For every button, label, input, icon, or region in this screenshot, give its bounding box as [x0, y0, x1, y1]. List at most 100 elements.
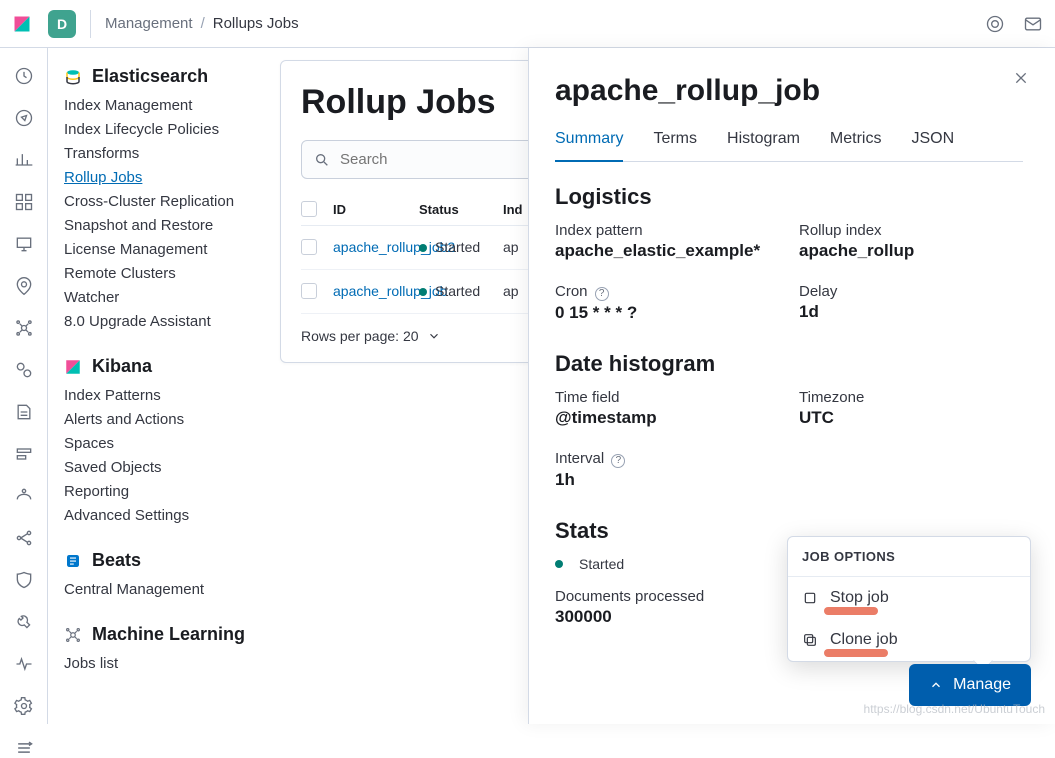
index-pattern-label: Index pattern — [555, 222, 779, 239]
management-sidebar: Elasticsearch Index Management Index Lifec… — [48, 48, 280, 724]
sidebar-section: Machine Learning Jobs list — [64, 624, 280, 672]
row-status: Started — [419, 283, 503, 299]
sidebar-item[interactable]: 8.0 Upgrade Assistant — [64, 313, 280, 330]
close-icon[interactable] — [1013, 70, 1029, 86]
divider — [90, 10, 91, 38]
tab-json[interactable]: JSON — [911, 130, 954, 161]
tab-summary[interactable]: Summary — [555, 130, 623, 162]
annotation-mark — [824, 607, 878, 615]
rail-monitor-icon[interactable] — [14, 654, 34, 674]
top-bar: D Management / Rollups Jobs — [0, 0, 1055, 48]
watermark: https://blog.csdn.net/UbuntuTouch — [864, 702, 1045, 716]
mail-icon[interactable] — [1023, 14, 1043, 34]
sidebar-item[interactable]: Advanced Settings — [64, 507, 280, 524]
sidebar-item[interactable]: Index Lifecycle Policies — [64, 121, 280, 138]
breadcrumb-current: Rollups Jobs — [213, 15, 299, 32]
tab-metrics[interactable]: Metrics — [830, 130, 882, 161]
sidebar-item[interactable]: Remote Clusters — [64, 265, 280, 282]
sidebar-item[interactable]: Jobs list — [64, 655, 280, 672]
manage-popover: JOB OPTIONS Stop job Clone job — [787, 536, 1031, 662]
space-badge[interactable]: D — [48, 10, 76, 38]
time-field-value: @timestamp — [555, 408, 779, 428]
sidebar-item[interactable]: Reporting — [64, 483, 280, 500]
select-all-checkbox[interactable] — [301, 201, 317, 217]
rail-uptime-icon[interactable] — [14, 486, 34, 506]
row-checkbox[interactable] — [301, 239, 317, 255]
col-id[interactable]: ID — [333, 202, 419, 217]
date-histogram-grid: Time field @timestamp Timezone UTC Inter… — [555, 389, 1023, 490]
status-dot-icon — [555, 560, 563, 568]
time-field-label: Time field — [555, 389, 779, 406]
sidebar-item[interactable]: Snapshot and Restore — [64, 217, 280, 234]
sidebar-item[interactable]: Transforms — [64, 145, 280, 162]
copy-icon — [802, 632, 818, 648]
breadcrumb: Management / Rollups Jobs — [105, 15, 299, 32]
cron-value: 0 15 * * * ? — [555, 303, 779, 323]
timezone-value: UTC — [799, 408, 1023, 428]
row-checkbox[interactable] — [301, 283, 317, 299]
sidebar-item[interactable]: Cross-Cluster Replication — [64, 193, 280, 210]
section-header: Elasticsearch — [64, 66, 280, 87]
status-text: Started — [579, 556, 624, 572]
sidebar-item[interactable]: Central Management — [64, 581, 280, 598]
help-icon[interactable]: ? — [595, 287, 609, 301]
sidebar-item[interactable]: Rollup Jobs — [64, 169, 280, 186]
sidebar-section: Elasticsearch Index Management Index Lifec… — [64, 66, 280, 330]
rail-clock-icon[interactable] — [14, 66, 34, 86]
index-pattern-value: apache_elastic_example* — [555, 241, 779, 261]
rail-visualize-icon[interactable] — [14, 150, 34, 170]
help-icon[interactable]: ? — [611, 454, 625, 468]
sidebar-item[interactable]: Index Patterns — [64, 387, 280, 404]
rail-dev-icon[interactable] — [14, 612, 34, 632]
breadcrumb-sep: / — [201, 15, 205, 32]
rail-apm-icon[interactable] — [14, 444, 34, 464]
interval-value: 1h — [555, 470, 779, 490]
tab-histogram[interactable]: Histogram — [727, 130, 800, 161]
rail-ml-icon[interactable] — [14, 318, 34, 338]
section-icon — [64, 68, 82, 86]
sidebar-item[interactable]: Index Management — [64, 97, 280, 114]
sidebar-item[interactable]: Watcher — [64, 289, 280, 306]
rail-maps-icon[interactable] — [14, 276, 34, 296]
cron-label: Cron ? — [555, 283, 779, 301]
manage-button[interactable]: Manage — [909, 664, 1031, 706]
rail-dashboard-icon[interactable] — [14, 192, 34, 212]
delay-label: Delay — [799, 283, 1023, 300]
rail-canvas-icon[interactable] — [14, 234, 34, 254]
search-icon — [314, 152, 330, 168]
kibana-logo-icon[interactable] — [12, 14, 32, 34]
rail-settings-icon[interactable] — [14, 696, 34, 716]
rail-metrics-icon[interactable] — [14, 360, 34, 380]
rail-logs-icon[interactable] — [14, 402, 34, 422]
newsfeed-icon[interactable] — [985, 14, 1005, 34]
sidebar-item[interactable]: Alerts and Actions — [64, 411, 280, 428]
status-dot-icon — [419, 244, 427, 252]
rail-compass-icon[interactable] — [14, 108, 34, 128]
section-header: Kibana — [64, 356, 280, 377]
clone-job-item[interactable]: Clone job — [788, 619, 1030, 661]
rail-endpoint-icon[interactable] — [14, 570, 34, 590]
col-status[interactable]: Status — [419, 202, 503, 217]
sidebar-item[interactable]: License Management — [64, 241, 280, 258]
sidebar-section: BeatsCentral Management — [64, 550, 280, 598]
flyout-title: apache_rollup_job — [555, 74, 1023, 108]
delay-value: 1d — [799, 302, 1023, 322]
logistics-heading: Logistics — [555, 184, 1023, 210]
rail-siem-icon[interactable] — [14, 528, 34, 548]
sidebar-item[interactable]: Saved Objects — [64, 459, 280, 476]
sidebar-item[interactable]: Spaces — [64, 435, 280, 452]
breadcrumb-root[interactable]: Management — [105, 15, 193, 32]
section-icon — [64, 358, 82, 376]
tab-terms[interactable]: Terms — [653, 130, 697, 161]
interval-label: Interval ? — [555, 450, 779, 468]
row-status: Started — [419, 239, 503, 255]
stop-icon — [802, 590, 818, 606]
section-header: Machine Learning — [64, 624, 280, 645]
rollup-index-value: apache_rollup — [799, 241, 1023, 261]
rail-collapse-icon[interactable] — [14, 738, 34, 758]
chevron-up-icon — [929, 678, 943, 692]
sidebar-section: Kibana Index Patterns Alerts and Actions Sp… — [64, 356, 280, 524]
stop-job-item[interactable]: Stop job — [788, 577, 1030, 619]
date-histogram-heading: Date histogram — [555, 351, 1023, 377]
timezone-label: Timezone — [799, 389, 1023, 406]
